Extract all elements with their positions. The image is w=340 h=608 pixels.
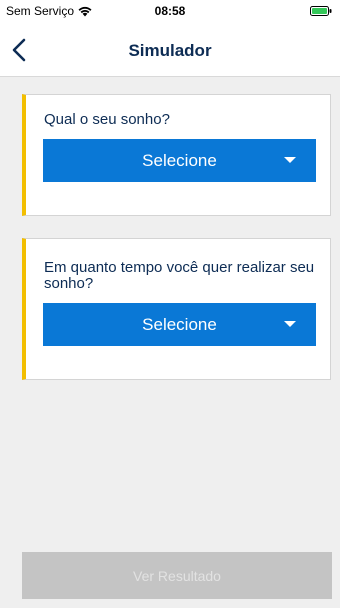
timeframe-select-value: Selecione [142,315,217,334]
page-title: Simulador [128,41,212,60]
dream-question-label: Qual o seu sonho? [44,111,170,128]
timeframe-select[interactable]: Selecione [43,303,316,346]
status-bar: Sem Serviço 08:58 [0,0,340,22]
see-result-label: Ver Resultado [133,568,221,584]
status-time: 08:58 [154,4,186,18]
dream-select[interactable]: Selecione [43,139,316,182]
timeframe-card: Em quanto tempo você quer realizar seu s… [22,238,331,380]
caret-down-icon [284,157,296,163]
see-result-button[interactable]: Ver Resultado [22,552,332,599]
dream-select-value: Selecione [142,151,217,170]
battery-icon [310,6,332,16]
navigation-bar: Simulador [0,22,340,77]
caret-down-icon [284,321,296,327]
dream-card: Qual o seu sonho? Selecione [22,94,331,216]
timeframe-question-label: Em quanto tempo você quer realizar seu s… [44,259,315,292]
